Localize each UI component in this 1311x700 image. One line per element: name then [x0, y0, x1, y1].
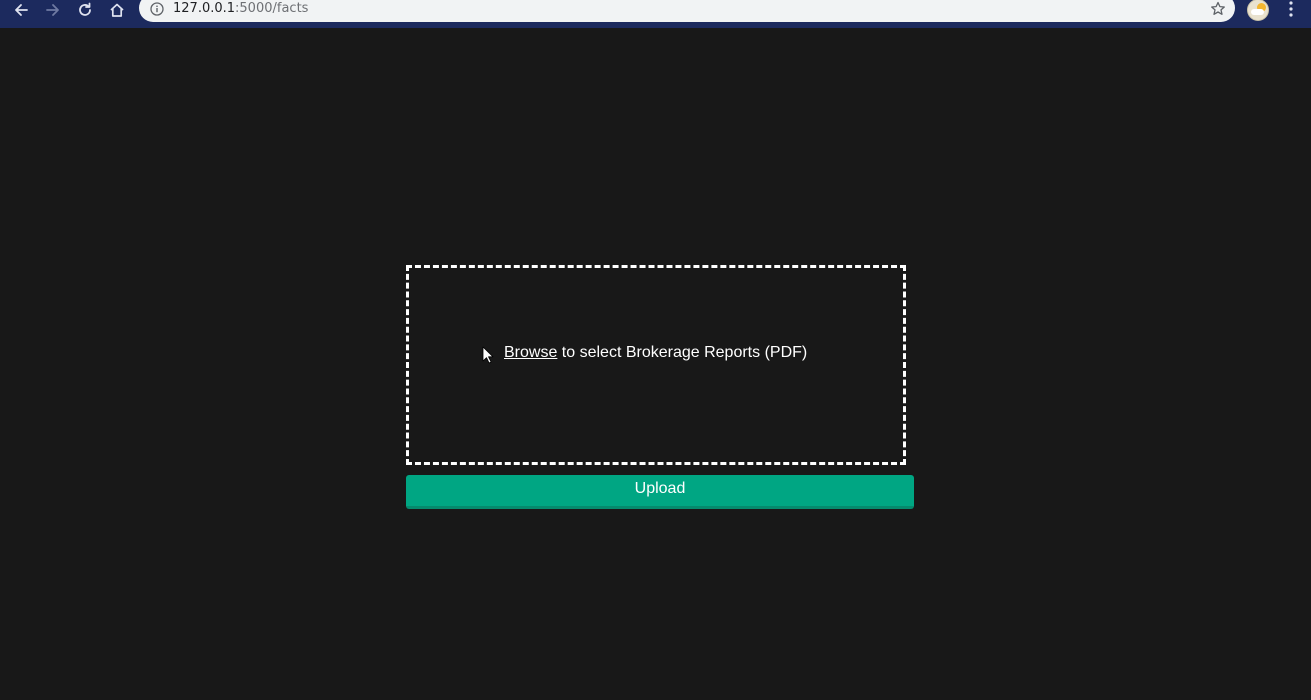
file-drop-zone[interactable]	[406, 265, 906, 465]
browse-link[interactable]: Browse	[504, 344, 557, 361]
bookmark-star-icon[interactable]	[1210, 1, 1226, 17]
url-text: 127.0.0.1:5000/facts	[173, 2, 308, 16]
reload-icon[interactable]	[73, 0, 97, 20]
drop-zone-instruction-text: to select Brokerage Reports (PDF)	[557, 344, 808, 361]
browser-toolbar: 127.0.0.1:5000/facts	[0, 0, 1311, 28]
forward-icon[interactable]	[41, 0, 65, 20]
drop-zone-instructions: Browse to select Brokerage Reports (PDF)	[504, 344, 807, 362]
site-info-icon[interactable]	[150, 2, 164, 16]
home-icon[interactable]	[105, 0, 129, 20]
back-icon[interactable]	[9, 0, 33, 20]
address-bar[interactable]: 127.0.0.1:5000/facts	[139, 0, 1235, 22]
browser-menu-icon[interactable]	[1283, 0, 1299, 20]
mouse-cursor-icon	[482, 346, 494, 364]
upload-button[interactable]: Upload	[406, 475, 914, 509]
url-path: :5000/facts	[235, 1, 309, 16]
url-host: 127.0.0.1	[173, 1, 236, 16]
profile-avatar-icon[interactable]	[1247, 0, 1269, 21]
